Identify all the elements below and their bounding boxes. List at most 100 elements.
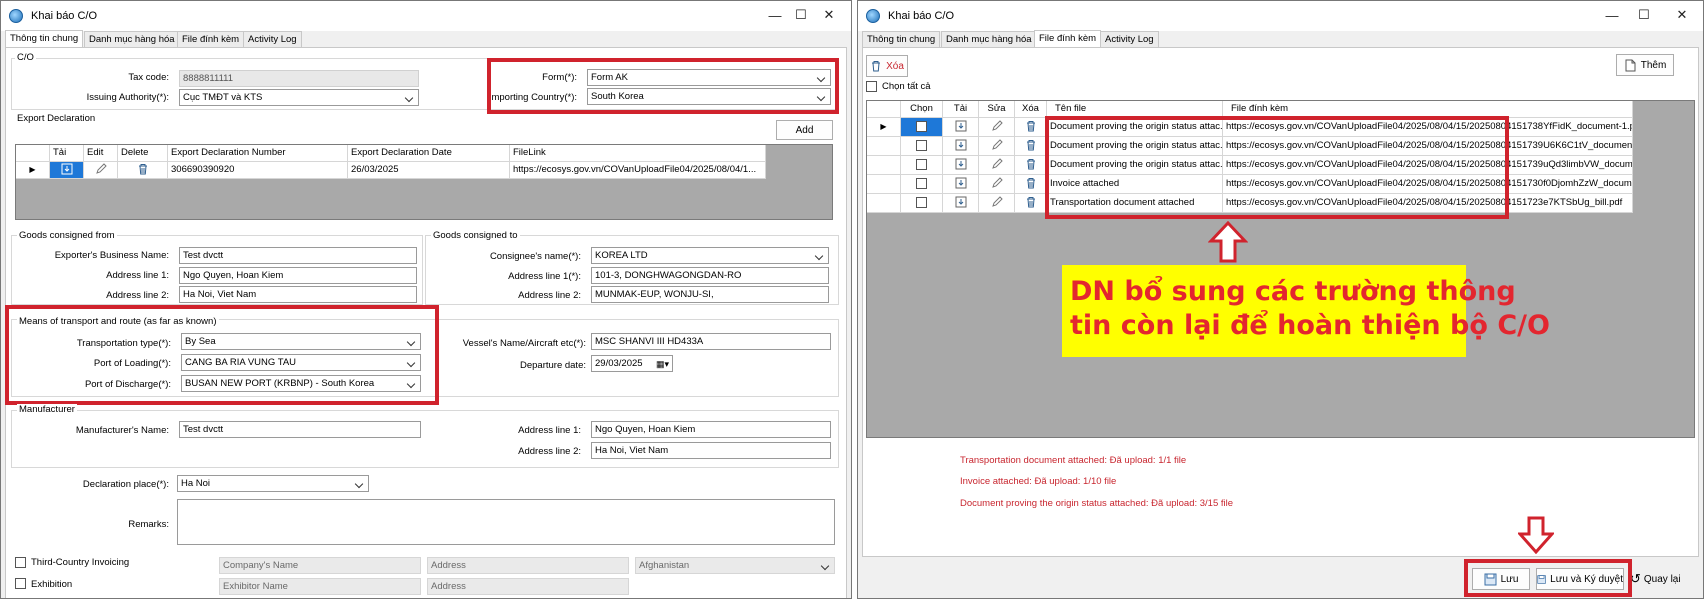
file-edit-button[interactable] (979, 118, 1015, 137)
trash-icon (1026, 121, 1035, 132)
file-select-checkbox[interactable] (916, 158, 927, 170)
file-select-cell[interactable] (901, 118, 943, 137)
exhibitor-name-field[interactable]: Exhibitor Name (219, 578, 421, 595)
trash-icon (872, 61, 881, 72)
col-delete-right: Xóa (1015, 101, 1047, 118)
pencil-icon (95, 163, 107, 175)
file-select-checkbox[interactable] (916, 196, 927, 208)
consignee-address2-field[interactable]: MUNMAK-EUP, WONJU-SI, (591, 286, 829, 303)
company-name-field[interactable]: Company's Name (219, 557, 421, 574)
consignee-address1-field[interactable]: 101-3, DONGHWAGONGDAN-RO (591, 267, 829, 284)
exhibitor-address-field[interactable]: Address (427, 578, 629, 595)
remarks-field[interactable] (177, 499, 835, 545)
exhibition-checkbox[interactable] (15, 578, 26, 589)
highlight-form-box (487, 58, 839, 114)
export-number-cell: 306690390920 (168, 162, 348, 179)
file-delete-button[interactable] (1015, 156, 1047, 175)
file-select-checkbox[interactable] (916, 120, 927, 132)
highlight-save-box (1464, 559, 1632, 597)
manufacturer-address2-field[interactable]: Ha Noi, Viet Nam (591, 442, 831, 459)
exporter-field[interactable]: Test dvctt (179, 247, 417, 264)
upload-note-invoice: Invoice attached: Đã upload: 1/10 file (960, 476, 1117, 487)
tab-activity-log-right[interactable]: Activity Log (1100, 31, 1159, 47)
manufacturer-group-title: Manufacturer (17, 404, 77, 415)
tab-attachments-right[interactable]: File đính kèm (1034, 30, 1102, 47)
tab-goods-right[interactable]: Danh mục hàng hóa (941, 31, 1037, 47)
tab-general-right[interactable]: Thông tin chung (862, 31, 941, 47)
consignee-select[interactable]: KOREA LTD (591, 247, 829, 264)
back-label: Quay lại (1643, 573, 1681, 585)
file-delete-button[interactable] (1015, 118, 1047, 137)
file-select-cell[interactable] (901, 194, 943, 213)
export-row[interactable]: ▶ 306690390920 26/03/2025 https://ecosys… (16, 162, 766, 179)
manufacturer-name-field[interactable]: Test dvctt (179, 421, 421, 438)
right-titlebar: Khai báo C/O — ☐ ✕ (858, 1, 1703, 31)
departure-date-field[interactable]: 29/03/2025 ▦▾ (591, 355, 673, 372)
row-pointer: ▶ (867, 118, 901, 137)
vessel-field[interactable]: MSC SHANVI III HD433A (591, 333, 831, 350)
select-all-label: Chọn tất cả (882, 81, 931, 92)
back-button[interactable]: ↺ Quay lại (1630, 571, 1681, 587)
download-button[interactable] (50, 162, 84, 179)
window-title-right: Khai báo C/O (888, 10, 955, 22)
file-delete-button[interactable] (1015, 175, 1047, 194)
calendar-icon[interactable]: ▦▾ (656, 357, 669, 371)
file-download-button[interactable] (943, 118, 979, 137)
add-file-button[interactable]: Thêm (1616, 54, 1674, 76)
pencil-icon (991, 158, 1003, 170)
col-edit-right: Sửa (979, 101, 1015, 118)
minimize-button[interactable]: — (761, 5, 789, 25)
col-export-date: Export Declaration Date (348, 145, 510, 162)
file-select-cell[interactable] (901, 175, 943, 194)
file-download-button[interactable] (943, 175, 979, 194)
tab-attachments[interactable]: File đính kèm (177, 31, 245, 47)
maximize-button[interactable]: ☐ (787, 5, 815, 25)
country-select[interactable]: Afghanistan (635, 557, 835, 574)
left-titlebar: Khai báo C/O — ☐ ✕ (1, 1, 851, 31)
manufacturer-group (11, 410, 839, 468)
address1-field[interactable]: Ngo Quyen, Hoan Kiem (179, 267, 417, 284)
file-edit-button[interactable] (979, 156, 1015, 175)
edit-button[interactable] (84, 162, 118, 179)
file-delete-button[interactable] (1015, 137, 1047, 156)
file-download-button[interactable] (943, 194, 979, 213)
delete-button[interactable] (118, 162, 168, 179)
file-edit-button[interactable] (979, 175, 1015, 194)
third-country-checkbox[interactable] (15, 557, 26, 568)
col-select: Chọn (901, 101, 943, 118)
third-country-label: Third-Country Invoicing (31, 557, 130, 568)
delete-files-button[interactable]: Xóa (866, 55, 908, 77)
right-window: Khai báo C/O — ☐ ✕ Thông tin chung Danh … (857, 0, 1704, 599)
close-button[interactable]: ✕ (815, 5, 843, 25)
trash-icon (1026, 178, 1035, 189)
close-button-right[interactable]: ✕ (1668, 5, 1696, 25)
upload-note-origin: Document proving the origin status attac… (960, 498, 1234, 509)
declaration-place-select[interactable]: Ha Noi (177, 475, 369, 492)
company-address-field[interactable]: Address (427, 557, 629, 574)
file-download-button[interactable] (943, 156, 979, 175)
tab-general[interactable]: Thông tin chung (5, 30, 84, 47)
maximize-button-right[interactable]: ☐ (1630, 5, 1658, 25)
manufacturer-address1-field[interactable]: Ngo Quyen, Hoan Kiem (591, 421, 831, 438)
address2-field[interactable]: Ha Noi, Viet Nam (179, 286, 417, 303)
row-pointer (867, 175, 901, 194)
add-file-icon (1625, 59, 1636, 71)
file-select-cell[interactable] (901, 156, 943, 175)
download-icon (955, 120, 966, 132)
file-delete-button[interactable] (1015, 194, 1047, 213)
file-select-checkbox[interactable] (916, 139, 927, 151)
export-declaration-grid: Tải Edit Delete Export Declaration Numbe… (15, 144, 833, 220)
issuing-authority-select[interactable]: Cục TMĐT và KTS (179, 89, 419, 106)
filelink-cell[interactable]: https://ecosys.gov.vn/COVanUploadFile04/… (510, 162, 766, 179)
file-select-checkbox[interactable] (916, 177, 927, 189)
tax-code-field[interactable]: 8888811111 (179, 70, 419, 87)
add-export-button[interactable]: Add (776, 120, 833, 140)
tab-goods[interactable]: Danh mục hàng hóa (84, 31, 180, 47)
file-edit-button[interactable] (979, 137, 1015, 156)
select-all-checkbox[interactable] (866, 81, 877, 92)
file-select-cell[interactable] (901, 137, 943, 156)
file-download-button[interactable] (943, 137, 979, 156)
minimize-button-right[interactable]: — (1598, 5, 1626, 25)
file-edit-button[interactable] (979, 194, 1015, 213)
tab-activity-log[interactable]: Activity Log (243, 31, 302, 47)
